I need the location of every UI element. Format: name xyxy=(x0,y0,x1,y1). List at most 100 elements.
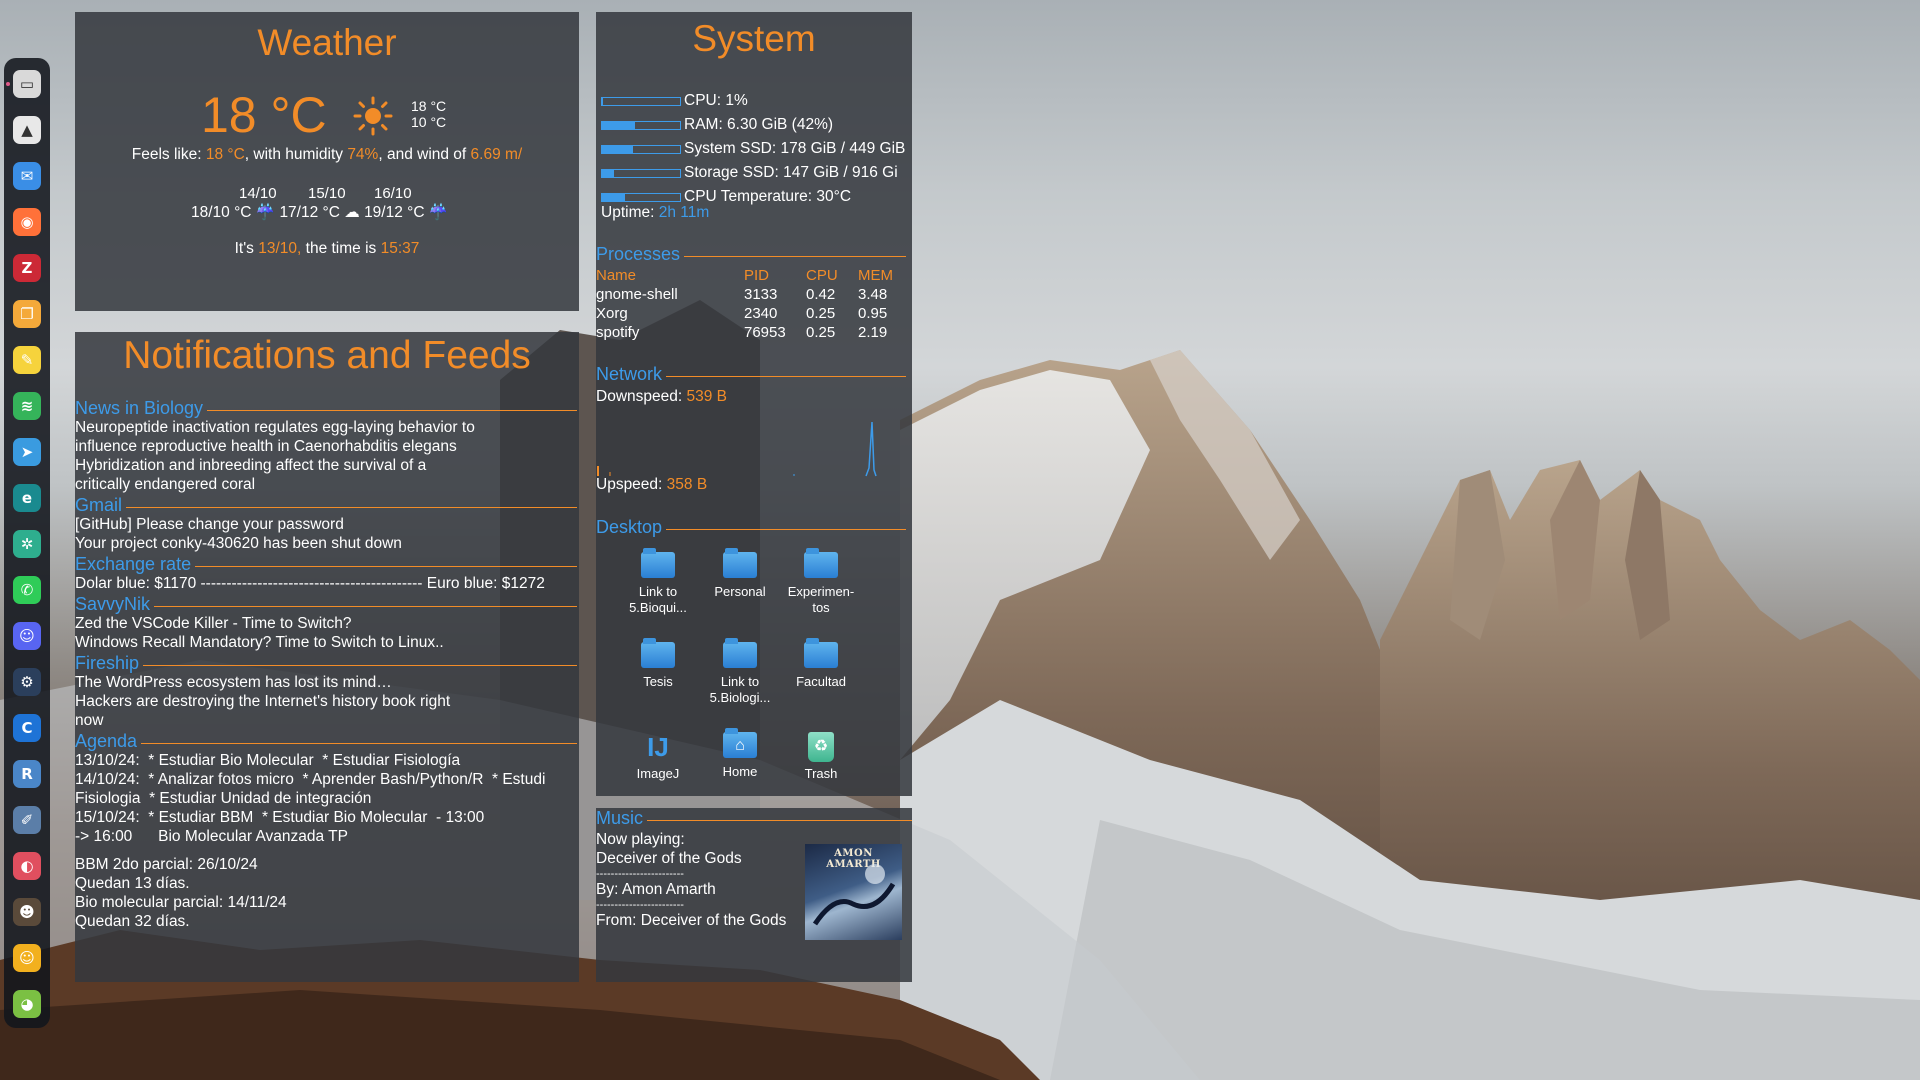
feed-item[interactable]: Windows Recall Mandatory? Time to Switch… xyxy=(75,633,577,652)
whatsapp-icon[interactable]: ✆ xyxy=(13,576,41,604)
text-editor-icon[interactable]: ✐ xyxy=(13,806,41,834)
track-artist: By: Amon Amarth xyxy=(596,881,716,898)
desktop-icon-label: Personal xyxy=(714,584,766,599)
desktop-icon-imagej[interactable]: IJ ImageJ xyxy=(617,732,699,782)
feed-item[interactable]: Hybridization and inbreeding affect the … xyxy=(75,456,577,475)
current-temperature: 18 °C xyxy=(201,87,327,143)
cat-app-icon[interactable]: ☻ xyxy=(13,898,41,926)
downspeed-value: 539 B xyxy=(686,388,727,405)
feed-item[interactable]: critically endangered coral xyxy=(75,475,577,494)
divider xyxy=(154,605,577,607)
application-dock: ▭ ▲ ✉ ◉ Z ❐ ✎ ≋ ➤ e ✲ ✆ ☺ ⚙ C R ✐ ◐ ☻ ☺ ◕ xyxy=(4,58,50,1028)
desktop-icon-tesis[interactable]: Tesis xyxy=(617,638,699,690)
feed-item[interactable]: Fisiologia * Estudiar Unidad de integrac… xyxy=(75,789,577,808)
steam-icon[interactable]: ⚙ xyxy=(13,668,41,696)
process-row[interactable]: spotify 76953 0.25 2.19 xyxy=(596,324,912,343)
separator: ------------------------ xyxy=(596,899,684,911)
sticky-notes-icon[interactable]: ✎ xyxy=(13,346,41,374)
uptime-label: Uptime: xyxy=(601,204,659,221)
desktop-icon-trash[interactable]: ♻ Trash xyxy=(780,732,862,782)
its-label: It's xyxy=(234,240,259,257)
process-row[interactable]: Xorg 2340 0.25 0.95 xyxy=(596,305,912,324)
feed-item[interactable]: The WordPress ecosystem has lost its min… xyxy=(75,673,577,692)
process-name: Xorg xyxy=(596,305,628,322)
rain-icon: ☔ xyxy=(255,204,276,221)
feed-item[interactable]: Neuropeptide inactivation regulates egg-… xyxy=(75,418,577,437)
files-icon[interactable]: ▭ xyxy=(13,70,41,98)
usage-label: CPU: 1% xyxy=(684,92,748,109)
feed-item[interactable]: 13/10/24: * Estudiar Bio Molecular * Est… xyxy=(75,751,577,770)
feed-item[interactable]: 14/10/24: * Analizar fotos micro * Apren… xyxy=(75,770,577,789)
rstudio-icon[interactable]: R xyxy=(13,760,41,788)
feed-item[interactable]: Quedan 13 días. xyxy=(75,874,577,893)
telegram-desktop-icon[interactable]: ➤ xyxy=(13,438,41,466)
process-mem: 2.19 xyxy=(858,324,888,341)
feed-item[interactable]: Quedan 32 días. xyxy=(75,912,577,931)
chatgpt-icon[interactable]: ✲ xyxy=(13,530,41,558)
desktop-header: Desktop xyxy=(596,517,906,537)
divider xyxy=(141,742,577,744)
desktop-icon-label: Trash xyxy=(804,766,838,781)
feed-item[interactable]: Hackers are destroying the Internet's hi… xyxy=(75,692,577,711)
forecast-row: 14/10 15/10 16/10 18/10 °C ☔ 17/12 °C ☁ … xyxy=(75,185,579,225)
feed-item[interactable]: 15/10/24: * Estudiar BBM * Estudiar Bio … xyxy=(75,808,577,827)
emoji-picker-icon[interactable]: ☺ xyxy=(13,944,41,972)
google-drive-icon[interactable]: ▲ xyxy=(13,116,41,144)
trash-icon: ♻ xyxy=(808,732,834,762)
feed-item[interactable]: BBM 2do parcial: 26/10/24 xyxy=(75,855,577,874)
feed-item[interactable]: Dolar blue: $1170 ----------------------… xyxy=(75,574,577,593)
feed-item[interactable]: -> 16:00 Bio Molecular Avanzada TP xyxy=(75,827,577,846)
running-indicator xyxy=(6,82,10,86)
feed-item[interactable] xyxy=(75,846,577,855)
folder-icon xyxy=(641,638,675,668)
divider xyxy=(684,255,906,257)
zotero-icon[interactable]: Z xyxy=(13,254,41,282)
firefox-icon[interactable]: ◉ xyxy=(13,208,41,236)
high-temperature: 18 °C xyxy=(411,98,447,114)
low-temperature: 10 °C xyxy=(411,114,447,130)
ccleaner-icon[interactable]: C xyxy=(13,714,41,742)
folder-link-icon xyxy=(804,638,838,668)
downspeed-label: Downspeed: xyxy=(596,388,687,405)
divider xyxy=(195,565,577,567)
feed-item[interactable]: Your project conky-430620 has been shut … xyxy=(75,534,577,553)
column-header: MEM xyxy=(858,267,893,284)
imagej-icon: IJ xyxy=(647,732,669,762)
feed-item[interactable]: Bio molecular parcial: 14/11/24 xyxy=(75,893,577,912)
feed-section-title: Fireship xyxy=(75,653,140,673)
color-picker-icon[interactable]: ◐ xyxy=(13,852,41,880)
notifications-widget: Notifications and Feeds News in Biology N… xyxy=(75,332,579,982)
usage-bar-fill xyxy=(602,122,635,129)
process-pid: 76953 xyxy=(744,324,786,341)
feed-section-header: Agenda xyxy=(75,731,577,751)
feed-section-title: Gmail xyxy=(75,495,123,515)
upspeed-value: 358 B xyxy=(666,476,708,493)
desktop-icon-link-to[interactable]: Link to 5.Biologi... xyxy=(699,638,781,706)
desktop-icon-experimen-[interactable]: Experimen- tos xyxy=(780,548,862,616)
desktop-title: Desktop xyxy=(596,517,663,537)
desktop-icon-link-to[interactable]: Link to 5.Bioqui... xyxy=(617,548,699,616)
forecast-temp: 19/12 °C xyxy=(364,204,425,221)
android-app-icon[interactable]: ◕ xyxy=(13,990,41,1018)
usage-bar-fill xyxy=(602,98,603,105)
spotify-icon[interactable]: ≋ xyxy=(13,392,41,420)
current-time: 15:37 xyxy=(380,240,420,257)
email-client-icon[interactable]: ✉ xyxy=(13,162,41,190)
divider xyxy=(126,506,577,508)
now-playing-label: Now playing: xyxy=(596,831,685,848)
desktop-icon-facultad[interactable]: Facultad xyxy=(780,638,862,690)
feed-item[interactable]: Zed the VSCode Killer - Time to Switch? xyxy=(75,614,577,633)
process-row[interactable]: gnome-shell 3133 0.42 3.48 xyxy=(596,286,912,305)
feed-item[interactable]: influence reproductive health in Caenorh… xyxy=(75,437,577,456)
feed-item[interactable]: now xyxy=(75,711,577,730)
desktop-icon-home[interactable]: ⌂ Home xyxy=(699,728,781,780)
feed-item[interactable]: [GitHub] Please change your password xyxy=(75,515,577,534)
edge-browser-icon[interactable]: e xyxy=(13,484,41,512)
feels-like-value: 18 °C xyxy=(205,146,245,163)
desktop-icon-personal[interactable]: Personal xyxy=(699,548,781,600)
discord-icon[interactable]: ☺ xyxy=(13,622,41,650)
wind-value: 6.69 m/ xyxy=(470,146,523,163)
processes-title: Processes xyxy=(596,244,681,264)
document-viewer-icon[interactable]: ❐ xyxy=(13,300,41,328)
process-cpu: 0.25 xyxy=(806,305,836,322)
